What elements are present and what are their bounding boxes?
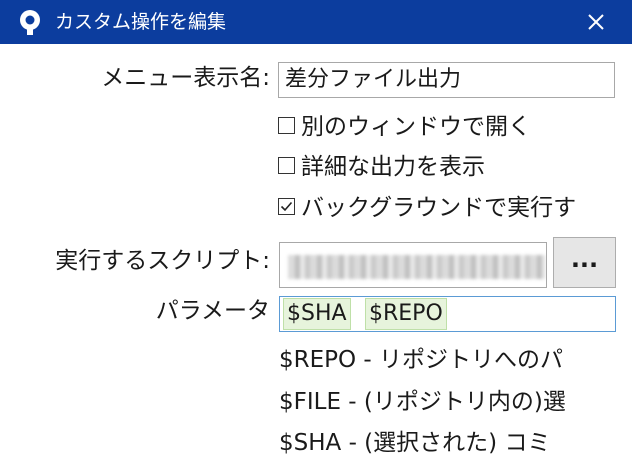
open-separate-window-option[interactable]: 別のウィンドウで開く [278,111,531,143]
checkbox[interactable] [278,157,295,174]
menu-name-input[interactable]: 差分ファイル出力 [278,62,615,98]
show-full-output-option[interactable]: 詳細な出力を表示 [278,151,485,183]
menu-name-label: メニュー表示名: [101,65,270,91]
parameter-token[interactable]: $REPO [365,298,447,330]
script-path-redacted [288,255,546,279]
close-button[interactable] [568,0,624,44]
run-in-background-option[interactable]: バックグラウンドで実行す [278,192,576,224]
checkbox-checked[interactable] [278,198,295,215]
checkbox[interactable] [278,117,295,134]
script-label: 実行するスクリプト: [55,248,270,274]
window-title: カスタム操作を編集 [55,11,227,33]
script-path-input[interactable] [279,242,547,288]
browse-button[interactable]: ... [553,237,616,288]
menu-name-value: 差分ファイル出力 [285,67,462,92]
sourcetree-icon [16,8,44,36]
help-line: $FILE - (リポジトリ内の)選 [279,389,566,415]
help-line: $SHA - (選択された) コミ [279,430,551,456]
close-icon [588,14,604,30]
parameter-token[interactable]: $SHA [283,298,351,330]
option-label: バックグラウンドで実行す [301,195,577,221]
help-line: $REPO - リポジトリへのパ [279,347,564,373]
option-label: 別のウィンドウで開く [301,114,531,140]
title-bar: カスタム操作を編集 [0,0,632,44]
checkmark-icon [280,201,293,212]
parameters-input[interactable]: $SHA $REPO [279,296,616,332]
parameters-label: パラメータ [155,298,270,324]
option-label: 詳細な出力を表示 [301,154,485,180]
